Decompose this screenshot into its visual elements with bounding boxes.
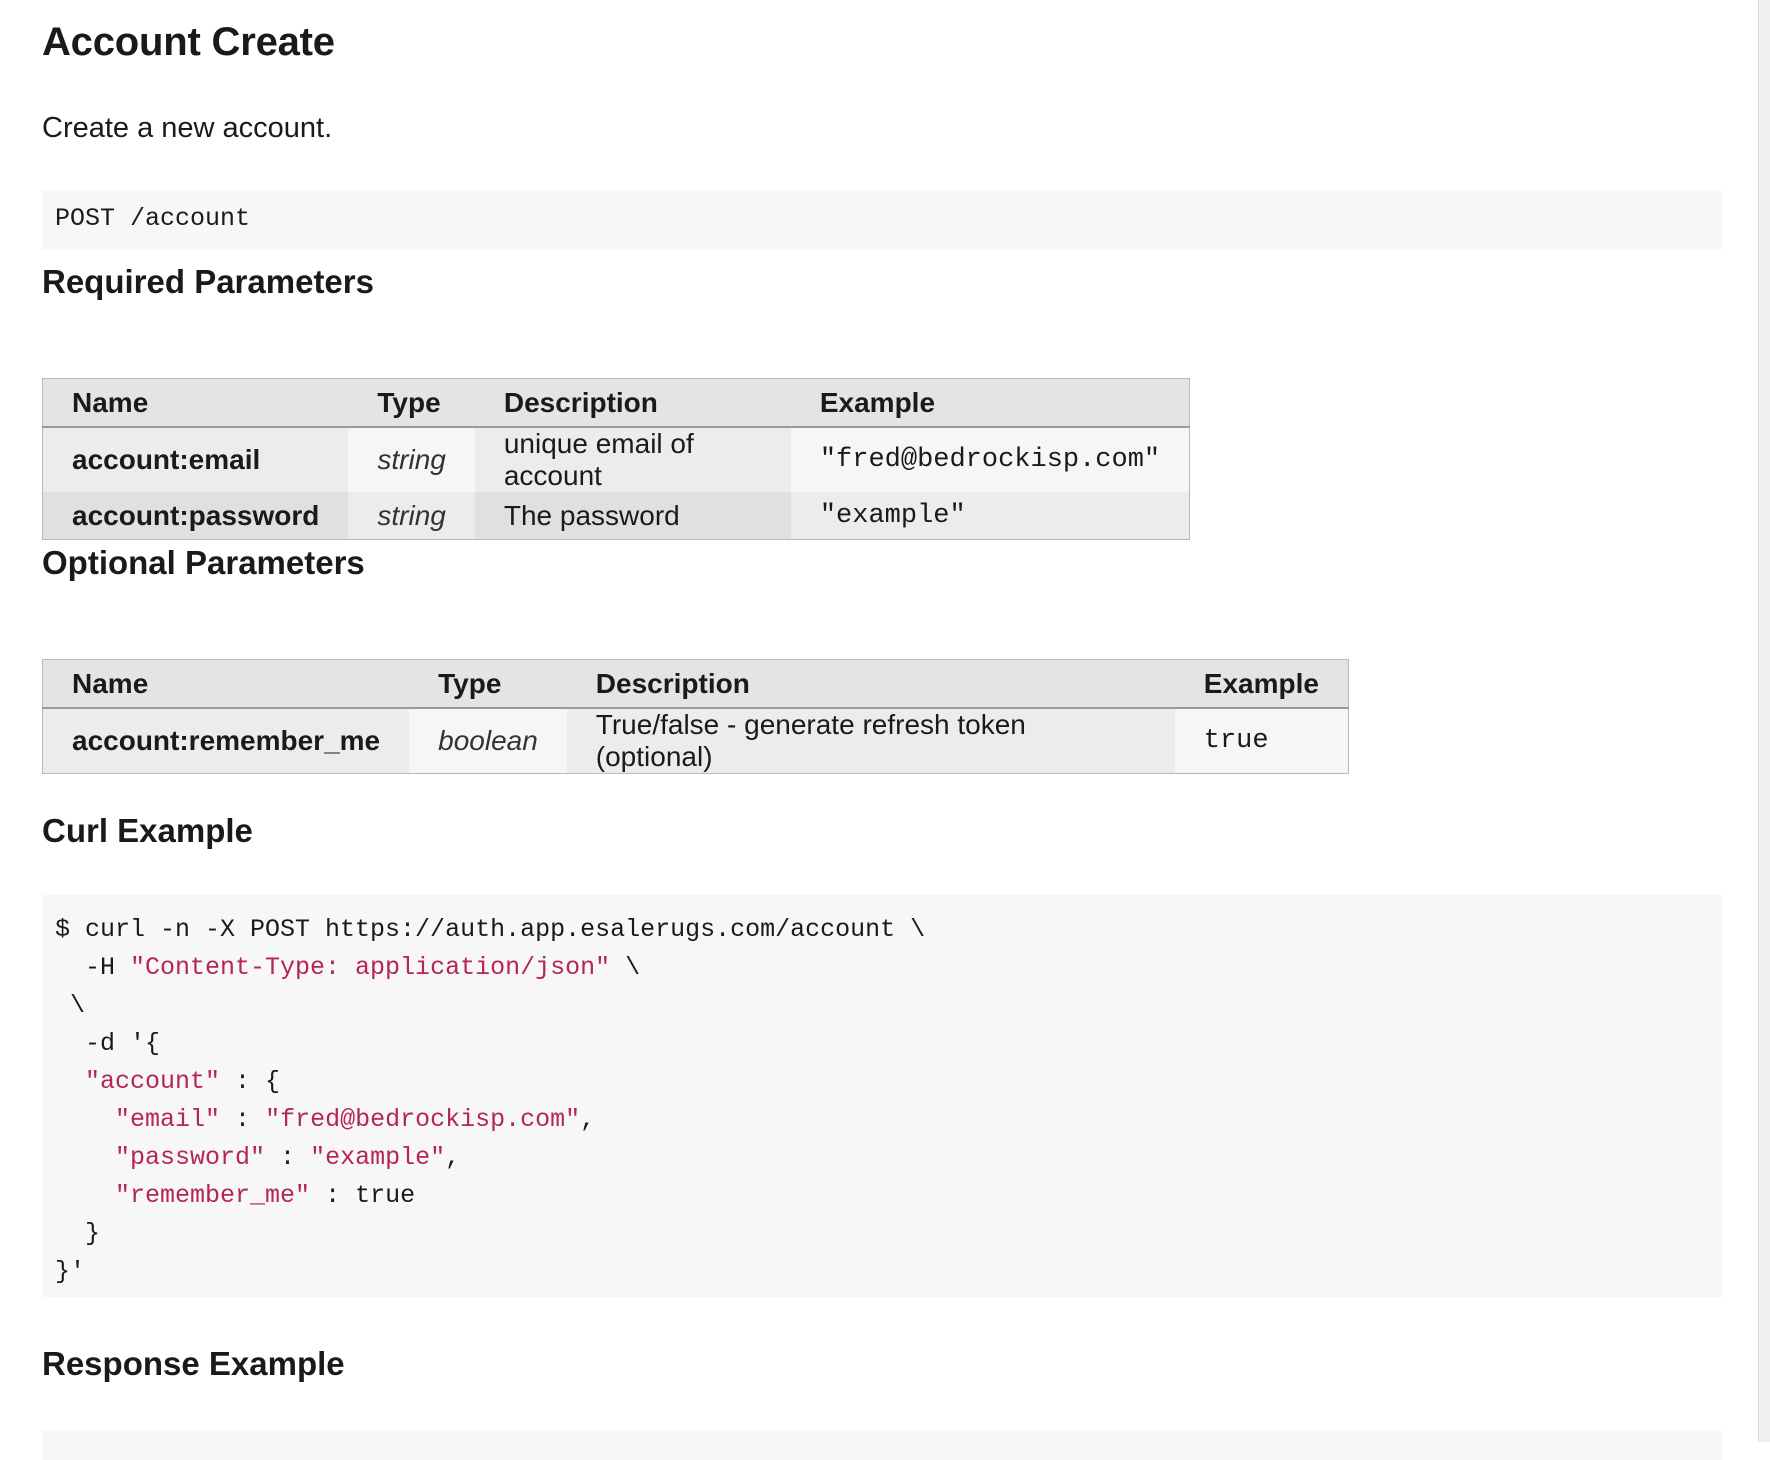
curl-example-heading: Curl Example — [42, 812, 253, 849]
code-string-token: "account" — [85, 1067, 221, 1096]
code-line: "account" : { — [55, 1063, 1709, 1101]
code-line: \ — [55, 987, 1709, 1025]
param-description: The password — [474, 492, 791, 540]
code-token: \ — [55, 991, 86, 1020]
code-token: : — [220, 1105, 266, 1134]
curl-code-block: $ curl -n -X POST https://auth.app.esale… — [42, 895, 1722, 1297]
col-header-description: Description — [566, 659, 1175, 709]
param-name: account:password — [42, 492, 349, 540]
code-line: }' — [55, 1253, 1709, 1291]
code-token: \ — [610, 953, 641, 982]
param-type: string — [348, 427, 475, 492]
param-example: true — [1174, 708, 1349, 774]
code-token: -d '{ — [55, 1029, 161, 1058]
col-header-type: Type — [348, 378, 475, 428]
code-string-token: "email" — [115, 1105, 221, 1134]
code-line: -d '{ — [55, 1025, 1709, 1063]
code-token: : { — [220, 1067, 281, 1096]
param-type: boolean — [409, 708, 567, 774]
param-type: string — [348, 492, 475, 540]
code-line: "password" : "example", — [55, 1139, 1709, 1177]
code-token: }' — [55, 1257, 86, 1286]
code-string-token: "Content-Type: application/json" — [130, 953, 611, 982]
code-token: , — [445, 1143, 461, 1172]
code-string-token: "fred@bedrockisp.com" — [265, 1105, 581, 1134]
right-panel-edge — [1758, 0, 1770, 1442]
code-token: , — [580, 1105, 596, 1134]
required-params-heading: Required Parameters — [42, 263, 374, 300]
col-header-description: Description — [474, 378, 791, 428]
code-line: $ curl -n -X POST https://auth.app.esale… — [55, 911, 1709, 949]
page-title: Account Create — [42, 20, 335, 64]
param-description: unique email of account — [474, 427, 791, 492]
col-header-name: Name — [42, 378, 349, 428]
response-code-block — [42, 1430, 1722, 1460]
optional-params-heading: Optional Parameters — [42, 544, 365, 581]
code-token: : — [265, 1143, 311, 1172]
required-params-table: Name Type Description Example account:em… — [42, 378, 1191, 540]
table-header-row: Name Type Description Example — [42, 659, 1349, 709]
param-example: "example" — [790, 492, 1190, 540]
code-token: : true — [310, 1181, 416, 1210]
code-token: $ curl -n -X POST https://auth.app.esale… — [55, 915, 926, 944]
table-row: account:password string The password "ex… — [42, 492, 1190, 540]
code-line: } — [55, 1215, 1709, 1253]
code-line: -H "Content-Type: application/json" \ — [55, 949, 1709, 987]
response-example-heading: Response Example — [42, 1345, 345, 1382]
table-row: account:email string unique email of acc… — [42, 427, 1190, 492]
param-description: True/false - generate refresh token (opt… — [566, 708, 1175, 774]
col-header-type: Type — [409, 659, 567, 709]
code-line: "remember_me" : true — [55, 1177, 1709, 1215]
code-token: -H — [55, 953, 131, 982]
col-header-name: Name — [42, 659, 410, 709]
code-token: } — [55, 1219, 101, 1248]
param-example: "fred@bedrockisp.com" — [790, 427, 1190, 492]
table-row: account:remember_me boolean True/false -… — [42, 708, 1349, 774]
optional-params-table: Name Type Description Example account:re… — [42, 659, 1349, 774]
endpoint-code: POST /account — [42, 190, 1722, 250]
code-string-token: "password" — [115, 1143, 266, 1172]
col-header-example: Example — [790, 378, 1190, 428]
code-line: "email" : "fred@bedrockisp.com", — [55, 1101, 1709, 1139]
code-string-token: "example" — [310, 1143, 446, 1172]
page-description: Create a new account. — [42, 112, 333, 144]
param-name: account:email — [42, 427, 349, 492]
code-string-token: "remember_me" — [115, 1181, 311, 1210]
table-header-row: Name Type Description Example — [42, 378, 1190, 428]
col-header-example: Example — [1174, 659, 1349, 709]
param-name: account:remember_me — [42, 708, 410, 774]
